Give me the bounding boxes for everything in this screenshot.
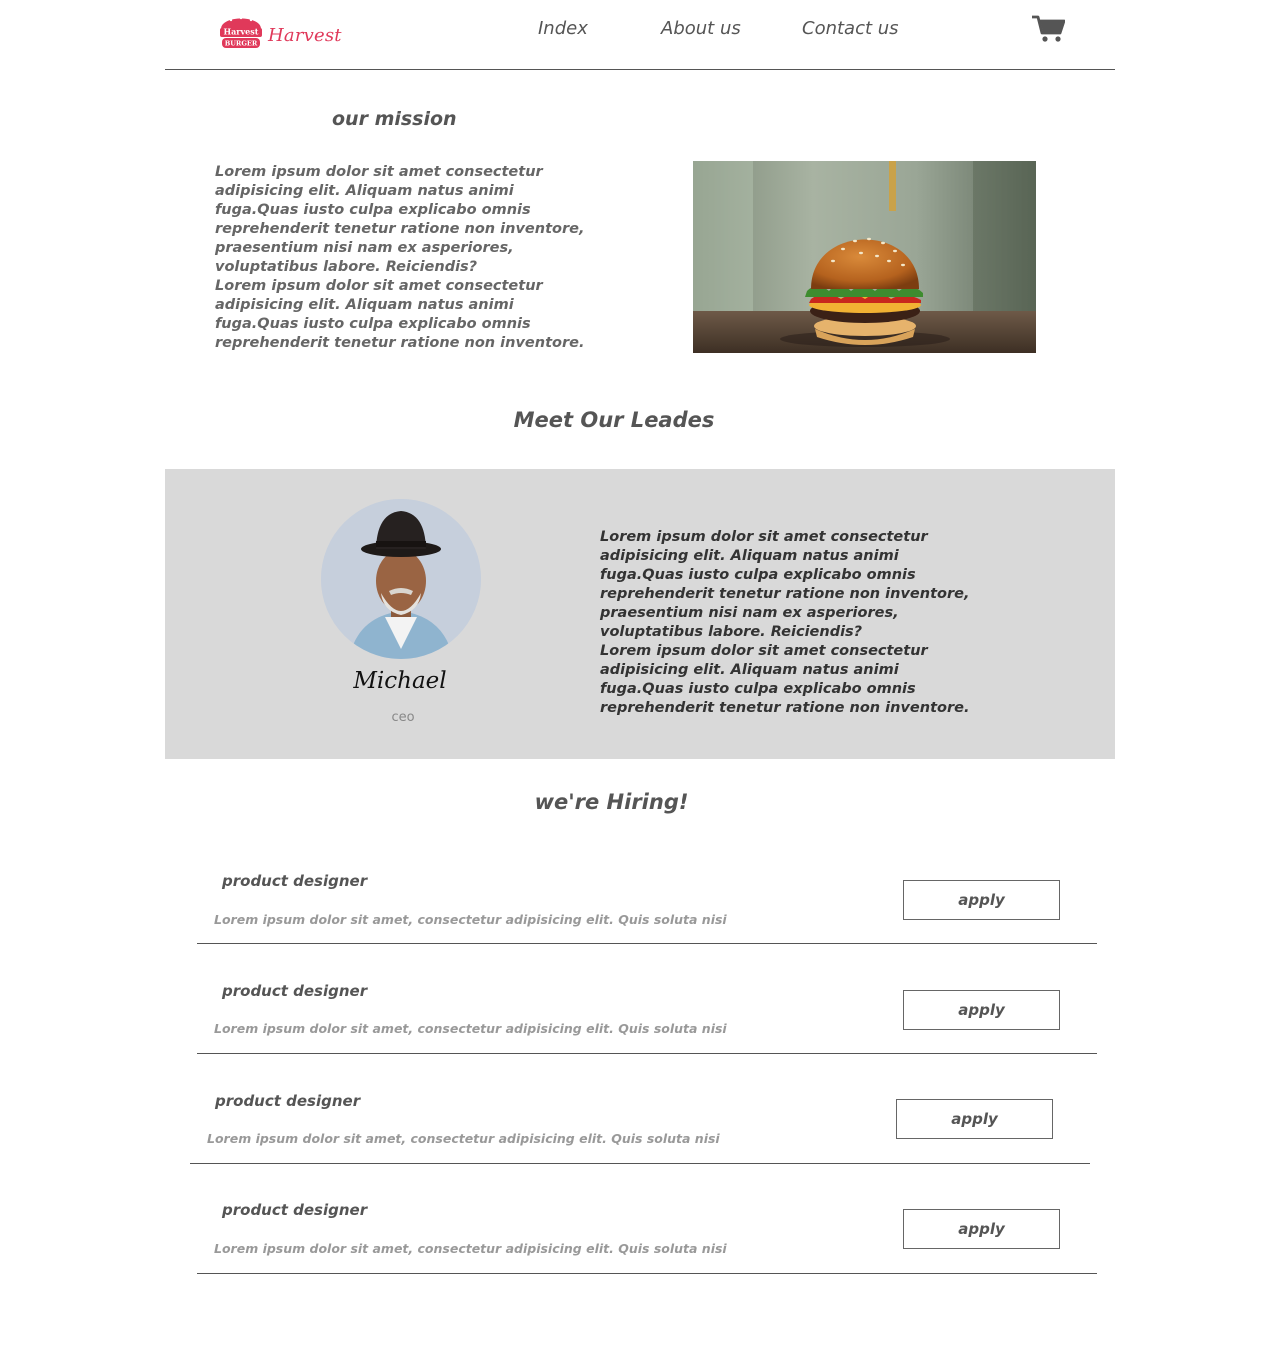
job-description: Lorem ipsum dolor sit amet, consectetur … xyxy=(214,1241,727,1256)
site-logo[interactable]: Harvest BURGER Harvest xyxy=(217,11,342,53)
job-listing: product designer Lorem ipsum dolor sit a… xyxy=(197,974,1097,1054)
leader-name: Michael xyxy=(353,668,447,694)
job-listing: product designer Lorem ipsum dolor sit a… xyxy=(190,1084,1090,1164)
nav-link-about-us[interactable]: About us xyxy=(661,18,741,39)
job-description: Lorem ipsum dolor sit amet, consectetur … xyxy=(207,1131,720,1146)
job-description: Lorem ipsum dolor sit amet, consectetur … xyxy=(214,1021,727,1036)
apply-button[interactable]: apply xyxy=(903,990,1060,1030)
job-listing: product designer Lorem ipsum dolor sit a… xyxy=(197,864,1097,944)
apply-button[interactable]: apply xyxy=(896,1099,1053,1139)
burger-photo xyxy=(693,161,1036,353)
leaders-heading: Meet Our Leades xyxy=(513,408,715,432)
svg-text:Harvest: Harvest xyxy=(224,27,259,37)
mission-paragraph: Lorem ipsum dolor sit amet consectetur a… xyxy=(215,164,585,351)
leader-role: ceo xyxy=(391,710,415,725)
job-listing: product designer Lorem ipsum dolor sit a… xyxy=(197,1194,1097,1274)
job-title: product designer xyxy=(215,1092,361,1110)
cart-icon[interactable] xyxy=(1031,14,1065,44)
burger-logo-icon: Harvest BURGER xyxy=(220,16,262,48)
apply-button[interactable]: apply xyxy=(903,1209,1060,1249)
mission-heading: our mission xyxy=(332,108,457,130)
hiring-heading: we're Hiring! xyxy=(534,790,689,814)
site-header: Harvest BURGER Harvest Index About us Co… xyxy=(165,0,1115,70)
nav-link-contact-us[interactable]: Contact us xyxy=(802,18,899,39)
leader-card: Michael ceo Lorem ipsum dolor sit amet c… xyxy=(165,469,1115,759)
job-description: Lorem ipsum dolor sit amet, consectetur … xyxy=(214,912,727,927)
job-title: product designer xyxy=(222,872,368,890)
svg-text:BURGER: BURGER xyxy=(225,40,258,48)
logo-wordmark: Harvest xyxy=(268,25,342,46)
avatar xyxy=(321,499,481,659)
leader-bio: Lorem ipsum dolor sit amet consectetur a… xyxy=(600,529,970,716)
job-title: product designer xyxy=(222,982,368,1000)
apply-button[interactable]: apply xyxy=(903,880,1060,920)
nav-link-index[interactable]: Index xyxy=(538,18,588,39)
job-title: product designer xyxy=(222,1201,368,1219)
